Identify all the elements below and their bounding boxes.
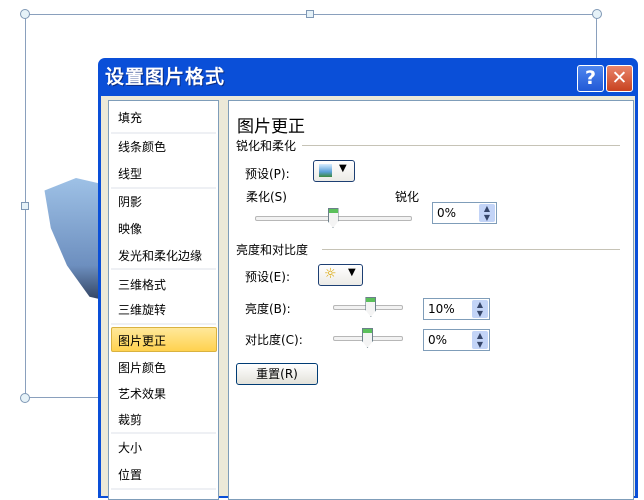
spin-arrows-icon[interactable]: ▲ ▼ bbox=[472, 331, 488, 349]
brightness-label: 亮度(B): bbox=[245, 302, 291, 316]
sidebar-item-glow[interactable]: 发光和柔化边缘 bbox=[118, 247, 202, 264]
sidebar-item-picture-color[interactable]: 图片颜色 bbox=[118, 359, 166, 376]
brightness-preset-dropdown[interactable]: ☼ ▼ bbox=[318, 264, 363, 286]
dialog-title: 设置图片格式 bbox=[105, 66, 226, 88]
resize-handle-top-right[interactable] bbox=[592, 9, 602, 19]
divider bbox=[302, 145, 620, 146]
sharpen-preset-label: 预设(P): bbox=[245, 167, 290, 181]
divider bbox=[322, 249, 620, 250]
contrast-value: 0% bbox=[428, 333, 448, 347]
help-button[interactable]: ? bbox=[577, 65, 604, 92]
resize-handle-bottom-left[interactable] bbox=[20, 393, 30, 403]
sidebar-item-line-style[interactable]: 线型 bbox=[118, 165, 142, 182]
sharpen-heading: 锐化和柔化 bbox=[236, 139, 297, 153]
sharpen-label: 锐化 bbox=[395, 190, 420, 204]
sidebar-item-3d-rotation[interactable]: 三维旋转 bbox=[118, 301, 166, 318]
sharpen-value: 0% bbox=[437, 206, 457, 220]
panel-title: 图片更正 bbox=[237, 117, 305, 137]
sidebar-item-artistic-effects[interactable]: 艺术效果 bbox=[118, 385, 166, 402]
brightness-heading: 亮度和对比度 bbox=[236, 243, 309, 257]
brightness-value-spinner[interactable]: 10% ▲ ▼ bbox=[423, 298, 490, 320]
close-button[interactable]: ✕ bbox=[606, 65, 633, 92]
chevron-down-icon: ▼ bbox=[339, 163, 347, 174]
sharpen-preset-dropdown[interactable]: ▼ bbox=[313, 160, 355, 182]
contrast-label: 对比度(C): bbox=[245, 333, 303, 347]
sidebar-item-3d-format[interactable]: 三维格式 bbox=[118, 276, 166, 293]
resize-handle-top[interactable] bbox=[306, 10, 314, 18]
sidebar-item-picture-corrections[interactable]: 图片更正 bbox=[118, 332, 166, 349]
chevron-down-icon: ▼ bbox=[348, 267, 356, 278]
soften-label: 柔化(S) bbox=[246, 190, 287, 204]
sidebar-item-size[interactable]: 大小 bbox=[118, 439, 142, 456]
brightness-preset-label: 预设(E): bbox=[245, 270, 290, 284]
resize-handle-left[interactable] bbox=[21, 202, 29, 210]
sidebar-item-position[interactable]: 位置 bbox=[118, 466, 142, 483]
resize-handle-top-left[interactable] bbox=[20, 9, 30, 19]
picture-icon bbox=[319, 164, 332, 177]
sidebar-item-fill[interactable]: 填充 bbox=[118, 109, 142, 126]
brightness-value: 10% bbox=[428, 302, 455, 316]
reset-button[interactable]: 重置(R) bbox=[236, 363, 318, 385]
sidebar-item-line-color[interactable]: 线条颜色 bbox=[118, 138, 166, 155]
sharpen-value-spinner[interactable]: 0% ▲ ▼ bbox=[432, 202, 497, 224]
sidebar-item-crop[interactable]: 裁剪 bbox=[118, 411, 142, 428]
spin-arrows-icon[interactable]: ▲ ▼ bbox=[472, 300, 488, 318]
sun-icon: ☼ bbox=[324, 266, 337, 282]
contrast-value-spinner[interactable]: 0% ▲ ▼ bbox=[423, 329, 490, 351]
spin-arrows-icon[interactable]: ▲ ▼ bbox=[479, 204, 495, 222]
sidebar-item-shadow[interactable]: 阴影 bbox=[118, 193, 142, 210]
sidebar-item-reflection[interactable]: 映像 bbox=[118, 220, 142, 237]
category-list: 填充 线条颜色 线型 阴影 映像 发光和柔化边缘 三维格式 三维旋转 图片更正 … bbox=[108, 100, 219, 500]
